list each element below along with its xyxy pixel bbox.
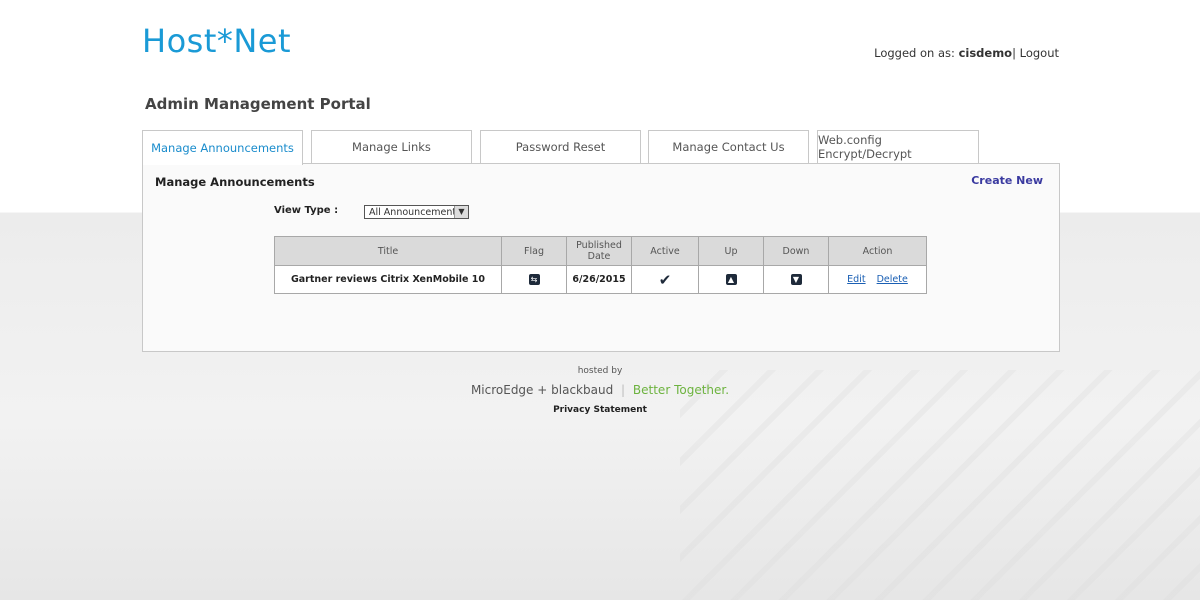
blackbaud-logo: blackbaud — [551, 383, 614, 397]
plus-sign: + — [537, 383, 548, 397]
view-type-label: View Type : — [274, 205, 339, 216]
user-bar: Logged on as: cisdemo| Logout — [874, 46, 1059, 60]
tab-manage-announcements[interactable]: Manage Announcements — [142, 130, 303, 165]
tab-password-reset[interactable]: Password Reset — [480, 130, 641, 163]
checkmark-icon: ✔ — [658, 270, 672, 289]
arrow-down-icon[interactable]: ▼ — [790, 274, 802, 285]
announcements-table: Title Flag Published Date Active Up Down… — [274, 236, 927, 294]
logged-on-label: Logged on as: — [874, 46, 955, 60]
view-type-value: All Announcements — [369, 207, 462, 218]
col-flag: Flag — [501, 236, 567, 266]
microedge-logo: MicroEdge — [470, 383, 534, 397]
hosted-by-text: hosted by — [577, 366, 623, 376]
down-cell: ▼ — [763, 265, 829, 294]
hostnet-logo: Host*Net — [142, 22, 292, 60]
logout-link[interactable]: Logout — [1020, 46, 1059, 60]
row-title: Gartner reviews Citrix XenMobile 10 — [274, 265, 502, 294]
tab-manage-links[interactable]: Manage Links — [311, 130, 472, 163]
action-cell: Edit Delete — [828, 265, 927, 294]
delete-link[interactable]: Delete — [877, 274, 908, 285]
flag-icon[interactable]: ⇆ — [528, 274, 540, 285]
tab-manage-contact-us[interactable]: Manage Contact Us — [648, 130, 809, 163]
tab-webconfig-encrypt[interactable]: Web.config Encrypt/Decrypt — [817, 130, 979, 163]
edit-link[interactable]: Edit — [847, 274, 865, 285]
panel-title: Manage Announcements — [155, 175, 315, 189]
view-type-select[interactable]: All Announcements ▼ — [364, 205, 469, 219]
better-together-tagline: Better Together. — [632, 383, 730, 397]
page-title: Admin Management Portal — [145, 95, 371, 113]
col-down: Down — [763, 236, 829, 266]
active-cell: ✔ — [631, 265, 699, 294]
col-published-date: Published Date — [566, 236, 632, 266]
col-title: Title — [274, 236, 502, 266]
footer-brands: MicroEdge + blackbaud | Better Together. — [0, 383, 1200, 397]
announcements-panel: Manage Announcements Create New View Typ… — [142, 163, 1060, 352]
dropdown-arrow-icon: ▼ — [454, 206, 468, 218]
row-published-date: 6/26/2015 — [566, 265, 632, 294]
create-new-link[interactable]: Create New — [971, 174, 1043, 187]
brand-divider: | — [621, 383, 626, 397]
col-action: Action — [828, 236, 927, 266]
flag-cell: ⇆ — [501, 265, 567, 294]
arrow-up-icon[interactable]: ▲ — [725, 274, 737, 285]
up-cell: ▲ — [698, 265, 764, 294]
table-header-row: Title Flag Published Date Active Up Down… — [274, 236, 927, 266]
table-row: Gartner reviews Citrix XenMobile 10 ⇆ 6/… — [274, 265, 927, 294]
col-active: Active — [631, 236, 699, 266]
username: cisdemo — [958, 46, 1013, 60]
privacy-statement-link[interactable]: Privacy Statement — [0, 405, 1200, 415]
col-up: Up — [698, 236, 764, 266]
user-separator: | — [1012, 46, 1016, 60]
